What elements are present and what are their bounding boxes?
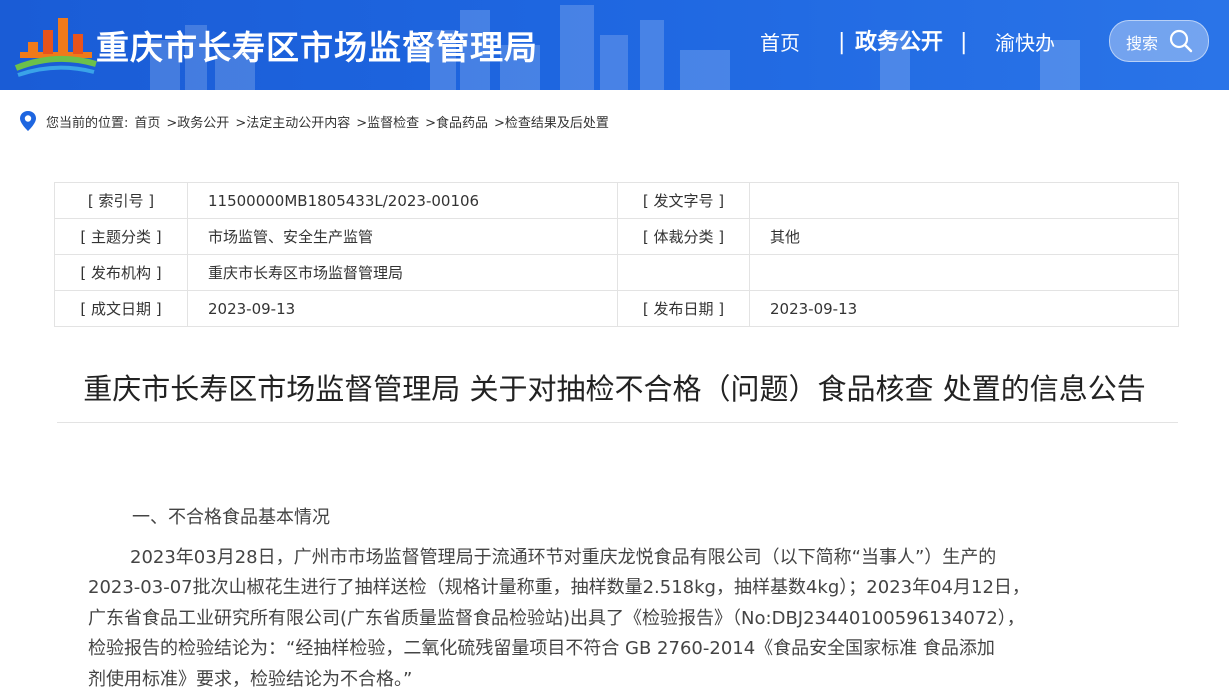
breadcrumb-prefix: 您当前的位置:: [46, 115, 129, 131]
table-row: [ 主题分类 ] 市场监管、安全生产监管 [ 体裁分类 ] 其他: [54, 218, 1179, 255]
meta-value-publisher: 重庆市长寿区市场监督管理局: [187, 254, 618, 291]
meta-label-index-number: [ 索引号 ]: [54, 182, 188, 219]
meta-value-index-number: 11500000MB1805433L/2023-00106: [187, 182, 618, 219]
nav-government-affairs[interactable]: 政务公开: [855, 28, 943, 58]
meta-value-genre: 其他: [749, 218, 1179, 255]
body-line: 检验报告的检验结论为：“经抽样检验，二氧化硫残留量项目不符合 GB 2760-2…: [88, 638, 995, 659]
meta-value-written-date: 2023-09-13: [187, 290, 618, 327]
search-button[interactable]: 搜索: [1109, 20, 1209, 62]
table-row: [ 索引号 ] 11500000MB1805433L/2023-00106 [ …: [54, 182, 1179, 219]
breadcrumb-inspection-results[interactable]: >检查结果及后处置: [494, 112, 609, 131]
breadcrumb-statutory-disclosure[interactable]: >法定主动公开内容: [235, 112, 350, 131]
nav-separator: |: [960, 30, 968, 55]
table-row: [ 发布机构 ] 重庆市长寿区市场监督管理局: [54, 254, 1179, 291]
site-title[interactable]: 重庆市长寿区市场监督管理局: [96, 21, 538, 69]
meta-label-publisher: [ 发布机构 ]: [54, 254, 188, 291]
breadcrumb-government-affairs[interactable]: >政务公开: [166, 112, 229, 131]
breadcrumb: 您当前的位置: 首页 >政务公开 >法定主动公开内容 >监督检查 >食品药品 >…: [18, 109, 615, 133]
breadcrumb-supervision[interactable]: >监督检查: [356, 112, 419, 131]
nav-separator: |: [838, 30, 846, 55]
body-line: 剂使用标准》要求，检验结论为不合格。”: [88, 668, 413, 690]
meta-value-document-number: [749, 182, 1179, 219]
body-line: 广东省食品工业研究所有限公司(广东省质量监督食品检验站)出具了《检验报告》（No…: [88, 607, 1025, 629]
meta-label-topic: [ 主题分类 ]: [54, 218, 188, 255]
body-line: 2023-03-07批次山椒花生进行了抽样送检（规格计量称重，抽样数量2.518…: [88, 577, 1030, 598]
breadcrumb-food-drug[interactable]: >食品药品: [425, 112, 488, 131]
search-label: 搜索: [1126, 34, 1159, 53]
bureau-logo-icon[interactable]: [14, 12, 98, 78]
document-body: 一、不合格食品基本情况 2023年03月28日，广州市市场监督管理局于流通环节对…: [88, 503, 1138, 695]
section-heading: 一、不合格食品基本情况: [132, 507, 330, 528]
meta-label-publish-date: [ 发布日期 ]: [617, 290, 750, 327]
meta-label-empty: [617, 254, 750, 291]
meta-label-genre: [ 体裁分类 ]: [617, 218, 750, 255]
meta-value-topic: 市场监管、安全生产监管: [187, 218, 618, 255]
page-title: 重庆市长寿区市场监督管理局 关于对抽检不合格（问题）食品核查 处置的信息公告: [83, 372, 1146, 406]
nav-yukuaiban[interactable]: 渝快办: [995, 28, 1055, 58]
title-divider: [57, 422, 1178, 423]
meta-label-document-number: [ 发文字号 ]: [617, 182, 750, 219]
breadcrumb-home[interactable]: 首页: [134, 112, 160, 131]
location-pin-icon: [20, 111, 36, 131]
search-icon: [1169, 29, 1193, 53]
meta-value-empty: [749, 254, 1179, 291]
meta-label-written-date: [ 成文日期 ]: [54, 290, 188, 327]
site-header: 重庆市长寿区市场监督管理局 首页 | 政务公开 | 渝快办 搜索: [0, 0, 1229, 90]
body-line: 2023年03月28日，广州市市场监督管理局于流通环节对重庆龙悦食品有限公司（以…: [130, 546, 997, 568]
meta-value-publish-date: 2023-09-13: [749, 290, 1179, 327]
document-meta-table: [ 索引号 ] 11500000MB1805433L/2023-00106 [ …: [54, 182, 1179, 327]
nav-home[interactable]: 首页: [760, 28, 800, 58]
table-row: [ 成文日期 ] 2023-09-13 [ 发布日期 ] 2023-09-13: [54, 290, 1179, 327]
